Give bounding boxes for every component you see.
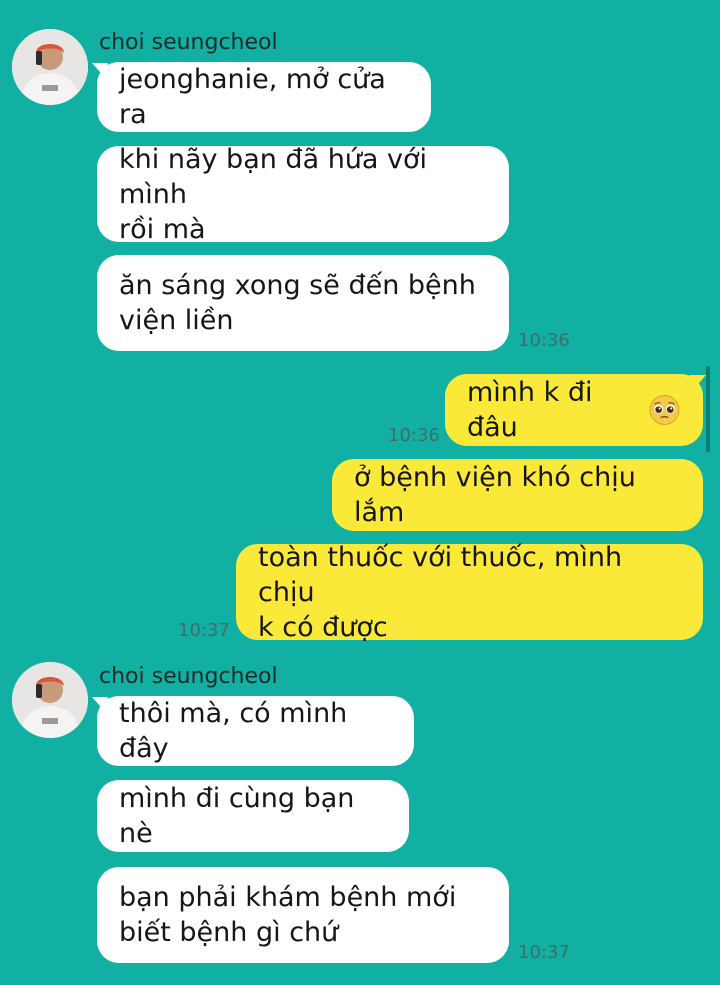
- incoming-message[interactable]: ăn sáng xong sẽ đến bệnh viện liền: [97, 255, 509, 351]
- message-text: toàn thuốc với thuốc, mình chịu k có đượ…: [258, 541, 623, 643]
- chat-thread: choi seungcheol jeonghanie, mở cửa ra kh…: [0, 0, 720, 985]
- message-text: ở bệnh viện khó chịu lắm: [354, 462, 636, 528]
- sender-name: choi seungcheol: [99, 664, 278, 689]
- message-text: ăn sáng xong sẽ đến bệnh viện liền: [119, 270, 476, 336]
- incoming-message[interactable]: bạn phải khám bệnh mới biết bệnh gì chứ: [97, 867, 509, 963]
- message-timestamp: 10:36: [518, 330, 570, 351]
- incoming-message[interactable]: jeonghanie, mở cửa ra: [97, 62, 431, 132]
- outgoing-message[interactable]: toàn thuốc với thuốc, mình chịu k có đượ…: [236, 542, 703, 643]
- outgoing-message[interactable]: ở bệnh viện khó chịu lắm: [332, 459, 703, 531]
- message-text: thôi mà, có mình đây: [119, 698, 348, 764]
- avatar-photo: [12, 662, 88, 738]
- message-text: mình đi cùng bạn nè: [119, 783, 355, 849]
- incoming-message[interactable]: khi nãy bạn đã hứa với mình rồi mà: [97, 144, 509, 245]
- message-timestamp: 10:37: [518, 942, 570, 963]
- message-timestamp: 10:37: [178, 620, 230, 641]
- scrollbar[interactable]: [706, 366, 710, 452]
- message-text: jeonghanie, mở cửa ra: [119, 64, 386, 130]
- message-text: bạn phải khám bệnh mới biết bệnh gì chứ: [119, 882, 457, 948]
- avatar-photo: [12, 29, 88, 105]
- incoming-message[interactable]: mình đi cùng bạn nè: [97, 780, 409, 852]
- message-timestamp: 10:36: [388, 425, 440, 446]
- outgoing-message[interactable]: mình k đi đâu: [445, 374, 703, 446]
- sender-name: choi seungcheol: [99, 30, 278, 55]
- pleading-face-emoji: [649, 394, 680, 426]
- sender-avatar[interactable]: [12, 662, 88, 738]
- incoming-message[interactable]: thôi mà, có mình đây: [97, 696, 414, 766]
- message-text: khi nãy bạn đã hứa với mình rồi mà: [119, 143, 428, 245]
- sender-avatar[interactable]: [12, 29, 88, 105]
- message-text: mình k đi đâu: [467, 377, 593, 443]
